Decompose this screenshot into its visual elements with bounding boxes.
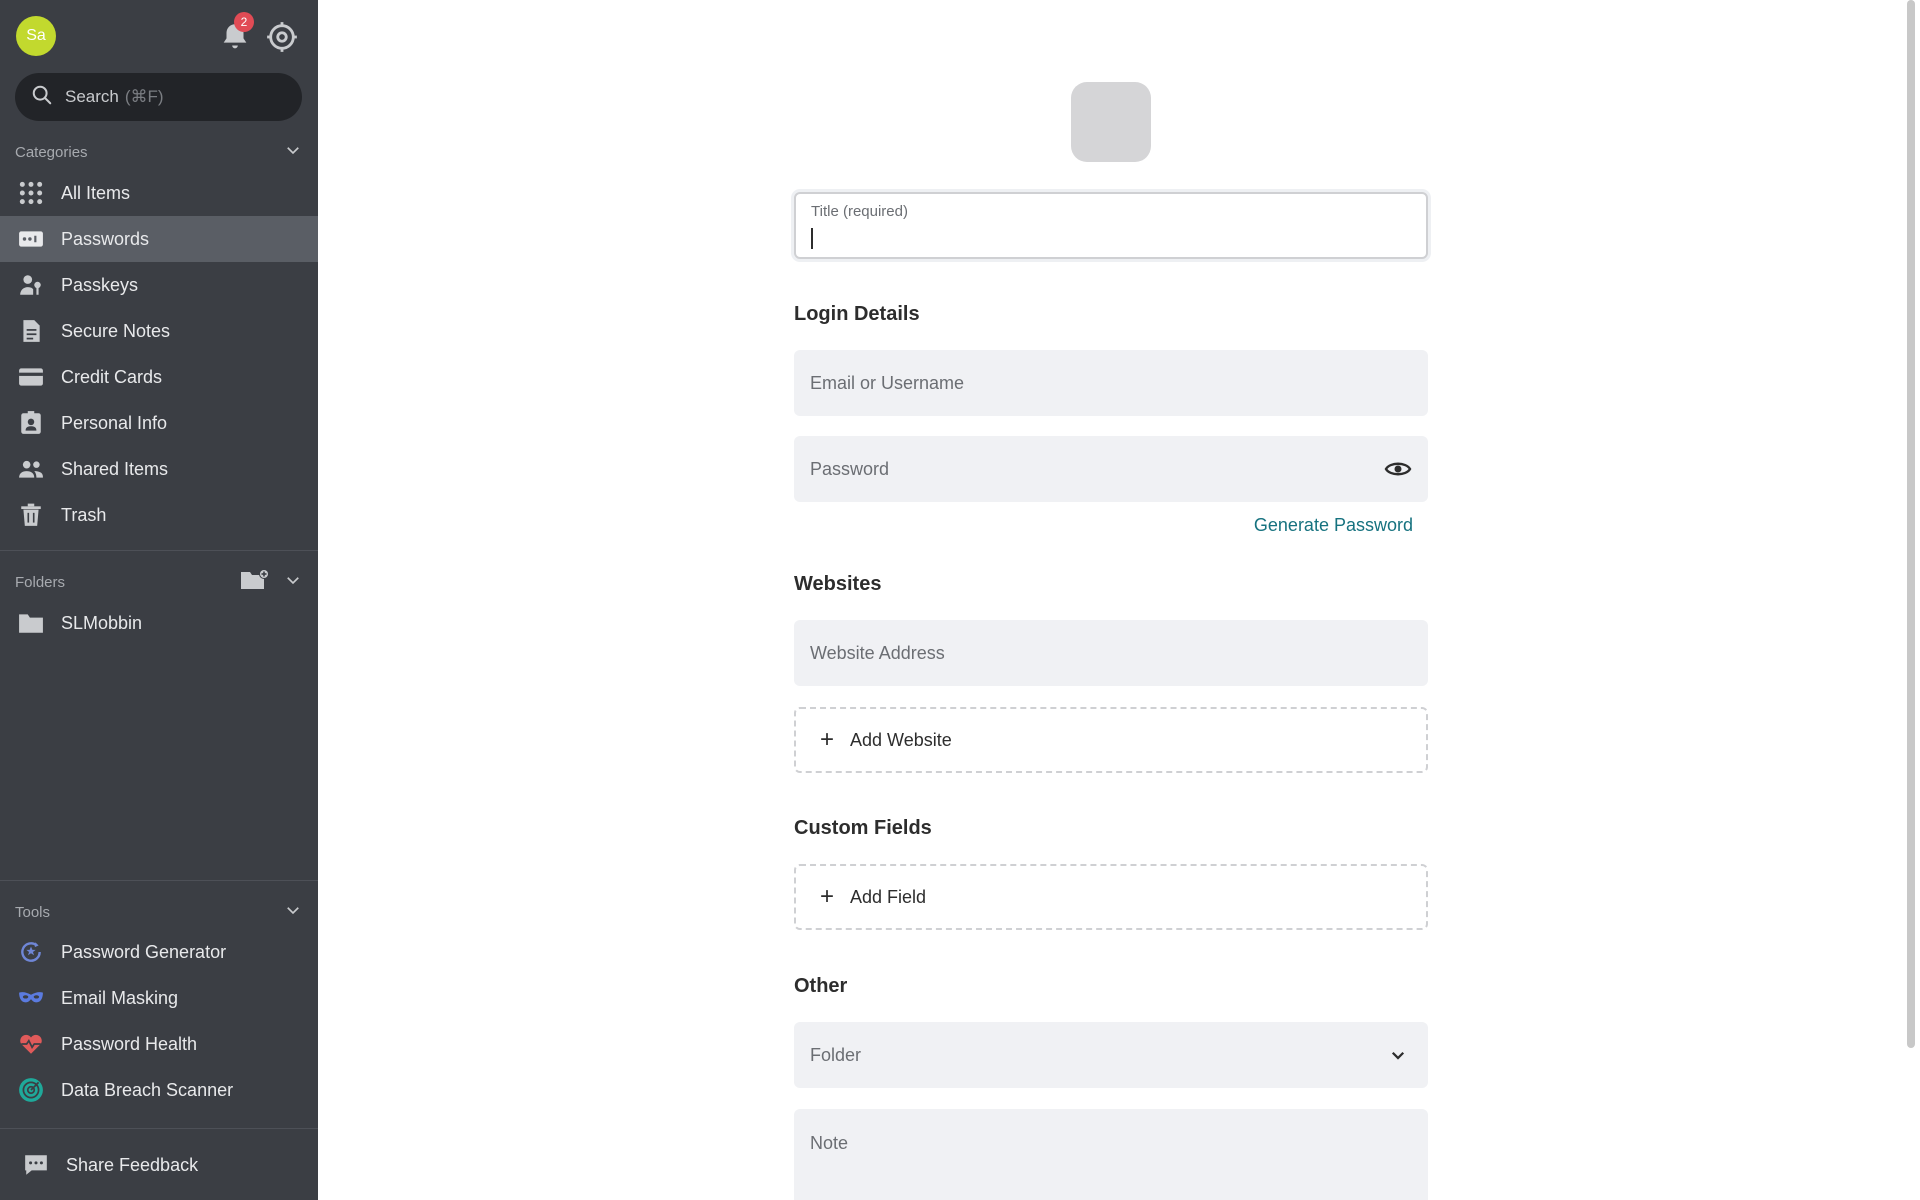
password-generator-icon	[17, 938, 45, 966]
divider	[0, 550, 318, 551]
sidebar-item-passwords[interactable]: Passwords	[0, 216, 318, 262]
search-input[interactable]: Search (⌘F)	[15, 73, 302, 121]
people-icon	[17, 455, 45, 483]
sidebar-item-label: SLMobbin	[61, 612, 143, 633]
sidebar-item-label: Trash	[61, 504, 107, 525]
note-icon	[17, 317, 45, 345]
sidebar-item-data-breach-scanner[interactable]: Data Breach Scanner	[0, 1067, 318, 1113]
folder-select-placeholder: Folder	[810, 1044, 862, 1065]
sidebar-item-email-masking[interactable]: Email Masking	[0, 975, 318, 1021]
sidebar-item-personal-info[interactable]: Personal Info	[0, 400, 318, 446]
chevron-down-icon[interactable]	[1384, 1042, 1412, 1068]
login-details-heading: Login Details	[794, 303, 920, 325]
folder-icon	[17, 609, 45, 637]
sidebar-item-secure-notes[interactable]: Secure Notes	[0, 308, 318, 354]
notification-badge: 2	[234, 12, 254, 32]
share-feedback-button[interactable]: Share Feedback	[0, 1141, 318, 1189]
share-feedback-label: Share Feedback	[66, 1154, 199, 1175]
sidebar-item-label: Passwords	[61, 228, 150, 249]
plus-icon: +	[820, 726, 835, 753]
mask-icon	[17, 984, 45, 1012]
password-card-icon	[17, 225, 45, 253]
password-field[interactable]: Password	[794, 436, 1428, 502]
passkey-icon	[17, 271, 45, 299]
divider	[0, 880, 318, 881]
sidebar-item-passkeys[interactable]: Passkeys	[0, 262, 318, 308]
eye-icon[interactable]	[1384, 456, 1412, 482]
item-icon-placeholder[interactable]	[1071, 82, 1151, 162]
sidebar-item-trash[interactable]: Trash	[0, 492, 318, 538]
sidebar-item-label: Data Breach Scanner	[61, 1079, 234, 1100]
categories-header[interactable]: Categories	[15, 140, 302, 164]
sidebar-item-all-items[interactable]: All Items	[0, 170, 318, 216]
scrollbar[interactable]	[1907, 0, 1915, 1048]
text-caret	[811, 228, 813, 249]
note-field[interactable]: Note	[794, 1109, 1428, 1200]
avatar[interactable]: Sa	[16, 16, 56, 56]
sidebar-item-shared-items[interactable]: Shared Items	[0, 446, 318, 492]
add-folder-icon[interactable]	[240, 568, 270, 596]
chevron-down-icon[interactable]	[284, 901, 302, 923]
sidebar-item-label: Shared Items	[61, 458, 169, 479]
sidebar-item-label: Secure Notes	[61, 320, 171, 341]
title-field-label: Title (required)	[811, 203, 908, 220]
credit-card-icon	[17, 363, 45, 391]
add-website-label: Add Website	[850, 729, 952, 750]
sidebar-item-password-health[interactable]: Password Health	[0, 1021, 318, 1067]
custom-fields-heading: Custom Fields	[794, 817, 932, 839]
grid-icon	[17, 179, 45, 207]
sidebar-item-folder-slmobbin[interactable]: SLMobbin	[0, 600, 318, 646]
sidebar-item-label: Personal Info	[61, 412, 168, 433]
website-address-field[interactable]: Website Address	[794, 620, 1428, 686]
chevron-down-icon[interactable]	[284, 571, 302, 593]
search-shortcut: (⌘F)	[124, 87, 164, 106]
gear-icon[interactable]	[265, 20, 299, 54]
sidebar-item-password-generator[interactable]: Password Generator	[0, 929, 318, 975]
heart-pulse-icon	[17, 1030, 45, 1058]
search-placeholder: Search	[65, 87, 119, 106]
websites-heading: Websites	[794, 573, 882, 595]
add-field-button[interactable]: + Add Field	[794, 864, 1428, 930]
note-placeholder: Note	[810, 1133, 849, 1153]
folder-select[interactable]: Folder	[794, 1022, 1428, 1088]
chat-bubble-icon	[22, 1151, 50, 1179]
other-heading: Other	[794, 975, 848, 997]
sidebar-item-label: Passkeys	[61, 274, 139, 295]
title-field[interactable]: Title (required)	[794, 192, 1428, 259]
folders-header: Folders	[15, 568, 302, 596]
sidebar-item-label: Password Generator	[61, 941, 227, 962]
search-icon	[31, 84, 53, 111]
sidebar-item-label: Credit Cards	[61, 366, 163, 387]
trash-icon	[17, 501, 45, 529]
sidebar-item-label: All Items	[61, 182, 131, 203]
password-placeholder: Password	[810, 458, 890, 479]
add-website-button[interactable]: + Add Website	[794, 707, 1428, 773]
sidebar-item-label: Password Health	[61, 1033, 198, 1054]
sidebar-item-credit-cards[interactable]: Credit Cards	[0, 354, 318, 400]
chevron-down-icon[interactable]	[284, 141, 302, 163]
sidebar-item-label: Email Masking	[61, 987, 179, 1008]
sidebar: Sa 2 Search (⌘F) Categories All Items Pa…	[0, 0, 318, 1200]
categories-title: Categories	[15, 143, 88, 161]
divider	[0, 1128, 318, 1129]
add-field-label: Add Field	[850, 886, 927, 907]
folders-title: Folders	[15, 573, 66, 591]
username-field[interactable]: Email or Username	[794, 350, 1428, 416]
radar-icon	[17, 1076, 45, 1104]
tools-header[interactable]: Tools	[15, 900, 302, 924]
username-placeholder: Email or Username	[810, 372, 965, 393]
website-address-placeholder: Website Address	[810, 642, 945, 663]
generate-password-link[interactable]: Generate Password	[1254, 515, 1413, 536]
tools-title: Tools	[15, 903, 51, 921]
id-badge-icon	[17, 409, 45, 437]
plus-icon: +	[820, 883, 835, 910]
